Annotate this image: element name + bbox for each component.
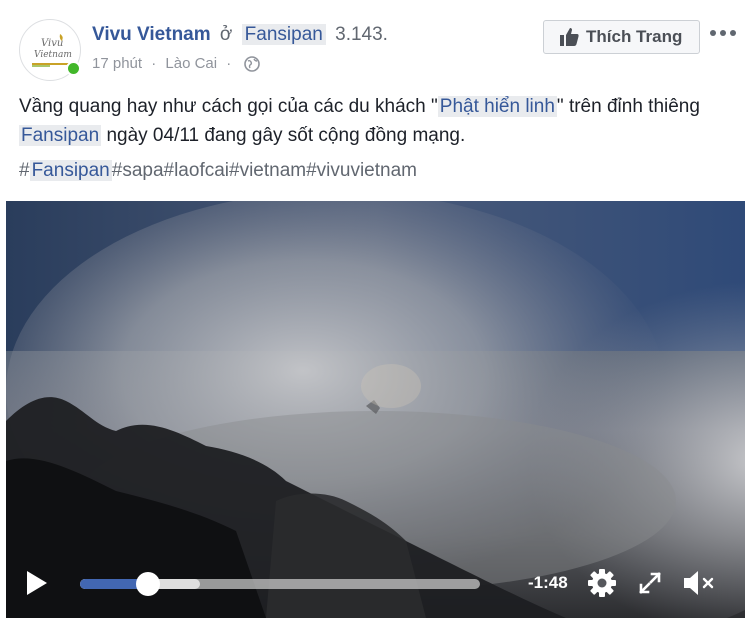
hashtag-symbol: # — [19, 160, 30, 181]
post-text-segment: Vầng quang hay như cách gọi của các du k… — [19, 96, 438, 117]
volume-muted-icon[interactable] — [682, 569, 716, 597]
post-text-segment: ngày 04/11 đang gây sốt cộng đồng mạng. — [101, 125, 466, 146]
video-progress-bar[interactable] — [80, 572, 480, 596]
meta-separator: · — [226, 55, 232, 73]
globe-icon[interactable] — [244, 56, 261, 72]
hashtag-fansipan[interactable]: Fansipan — [29, 160, 112, 181]
connector-text: ở — [219, 24, 233, 45]
logo-text-vivu: Vivu — [41, 38, 63, 49]
video-frame — [6, 201, 745, 618]
fansipan-link[interactable]: Fansipan — [19, 125, 102, 146]
logo-text-vietnam: Vietnam — [34, 50, 72, 60]
more-options-icon[interactable] — [710, 26, 740, 40]
meta-separator: · — [151, 55, 157, 73]
play-icon[interactable] — [25, 569, 49, 597]
fullscreen-icon[interactable] — [638, 571, 662, 595]
like-page-label: Thích Trang — [586, 27, 683, 46]
like-page-button[interactable]: Thích Trang — [543, 20, 700, 54]
online-status-dot — [66, 61, 81, 76]
count-text: 3.143. — [335, 24, 388, 45]
facebook-post: Vivu Vietnam Vivu Vietnam ở Fansipan 3.1… — [0, 0, 750, 632]
time-remaining: -1:48 — [528, 573, 568, 592]
page-name-link[interactable]: Vivu Vietnam — [92, 24, 211, 45]
post-text-segment: " trên đỉnh thiêng — [556, 96, 700, 117]
video-player[interactable]: -1:48 — [6, 201, 745, 618]
thumbs-up-icon — [560, 28, 579, 46]
hashtags: # Fansipan #sapa#laofcai#vietnam#vivuvietn… — [19, 157, 417, 185]
scrubber-handle[interactable] — [136, 572, 160, 596]
post-meta: 17 phút · Lào Cai · — [92, 54, 261, 74]
post-header: Vivu Vietnam ở Fansipan 3.143. — [92, 23, 388, 47]
highlight-phrase[interactable]: Phật hiển linh — [437, 96, 557, 117]
post-time-link[interactable]: 17 phút — [92, 55, 142, 72]
place-link[interactable]: Fansipan — [241, 24, 326, 45]
hashtag-links[interactable]: #sapa#laofcai#vietnam#vivuvietnam — [112, 160, 417, 181]
gear-icon[interactable] — [587, 568, 617, 598]
post-body-text: Vầng quang hay như cách gọi của các du k… — [19, 92, 719, 150]
location-link[interactable]: Lào Cai — [165, 55, 217, 72]
